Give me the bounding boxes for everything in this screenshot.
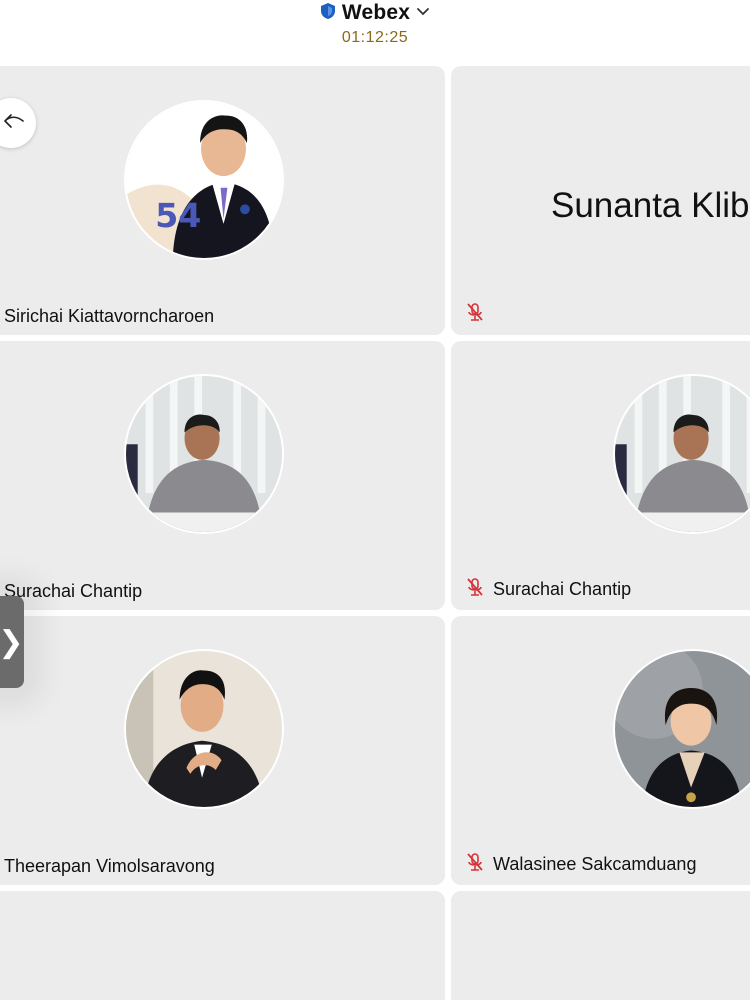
participant-tile[interactable]: Surachai Chantip bbox=[451, 341, 750, 610]
back-arrow-icon bbox=[2, 110, 26, 137]
participant-name-row: Surachai Chantip bbox=[4, 581, 142, 602]
participant-name: Surachai Chantip bbox=[4, 581, 143, 601]
avatar bbox=[613, 649, 750, 809]
participant-tile[interactable]: Sunanta Klibt bbox=[451, 66, 750, 335]
participant-name-placeholder: Sunanta Klibt bbox=[551, 186, 750, 225]
svg-text:54: 54 bbox=[155, 196, 201, 235]
participant-name-row: Sirichai Kiattavorncharoen bbox=[4, 306, 214, 327]
participant-name: Theerapan Vimolsaravong bbox=[4, 856, 215, 876]
participant-tile[interactable] bbox=[0, 891, 445, 1000]
avatar: 54 bbox=[124, 100, 284, 260]
participant-name: Surachai Chantip bbox=[493, 579, 632, 599]
avatar bbox=[124, 374, 284, 534]
avatar bbox=[124, 649, 284, 809]
avatar bbox=[613, 374, 750, 534]
meeting-header: Webex 01:12:25 bbox=[0, 0, 750, 62]
title-row[interactable]: Webex bbox=[0, 0, 750, 26]
shield-icon bbox=[320, 2, 336, 25]
participant-tile[interactable]: Theerapan Vimolsaravong bbox=[0, 616, 445, 885]
chevron-down-icon[interactable] bbox=[416, 4, 430, 22]
mic-muted-icon bbox=[465, 852, 485, 877]
participant-tile[interactable]: Walasinee Sakcamduang bbox=[451, 616, 750, 885]
app-title: Webex bbox=[341, 1, 411, 24]
meeting-timer: 01:12:25 bbox=[341, 29, 409, 46]
participant-name: Walasinee Sakcamduang bbox=[493, 854, 697, 874]
participant-tile[interactable]: Surachai Chantip bbox=[0, 341, 445, 610]
participant-name-row: Walasinee Sakcamduang bbox=[465, 852, 696, 877]
participant-name-row: Surachai Chantip bbox=[465, 577, 631, 602]
chevron-right-icon: ❯ bbox=[0, 624, 24, 660]
mic-muted-icon bbox=[465, 302, 485, 327]
participant-name: Sirichai Kiattavorncharoen bbox=[4, 306, 215, 326]
mic-muted-icon bbox=[465, 577, 485, 602]
participant-tile[interactable]: 54 Sirichai Kiattavorncharoen bbox=[0, 66, 445, 335]
participant-tile[interactable] bbox=[451, 891, 750, 1000]
participant-name-row bbox=[465, 302, 485, 327]
side-panel-toggle[interactable]: ❯ bbox=[0, 596, 24, 688]
participant-name-row: Theerapan Vimolsaravong bbox=[4, 856, 215, 877]
